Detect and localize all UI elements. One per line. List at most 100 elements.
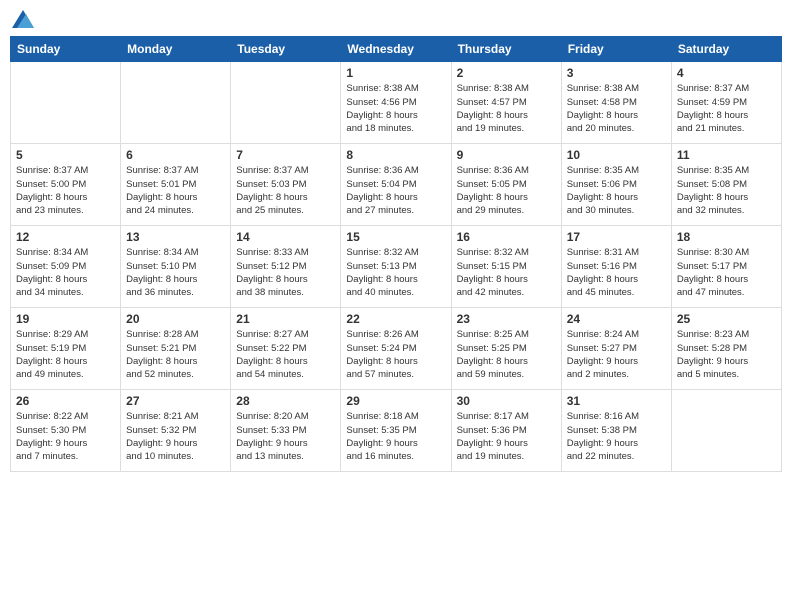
day-info: Sunrise: 8:32 AM Sunset: 5:13 PM Dayligh… xyxy=(346,246,445,299)
day-info: Sunrise: 8:29 AM Sunset: 5:19 PM Dayligh… xyxy=(16,328,115,381)
day-cell-28: 28Sunrise: 8:20 AM Sunset: 5:33 PM Dayli… xyxy=(231,390,341,472)
day-cell-17: 17Sunrise: 8:31 AM Sunset: 5:16 PM Dayli… xyxy=(561,226,671,308)
day-info: Sunrise: 8:33 AM Sunset: 5:12 PM Dayligh… xyxy=(236,246,335,299)
day-info: Sunrise: 8:27 AM Sunset: 5:22 PM Dayligh… xyxy=(236,328,335,381)
day-cell-4: 4Sunrise: 8:37 AM Sunset: 4:59 PM Daylig… xyxy=(671,62,781,144)
day-number: 15 xyxy=(346,230,445,244)
day-info: Sunrise: 8:16 AM Sunset: 5:38 PM Dayligh… xyxy=(567,410,666,463)
weekday-header-sunday: Sunday xyxy=(11,37,121,62)
day-cell-6: 6 Sunrise: 8:37 AM Sunset: 5:01 PM Daylig… xyxy=(121,144,231,226)
day-info: Sunrise: 8:34 AM Sunset: 5:09 PM Dayligh… xyxy=(16,246,115,299)
week-row-5: 26 Sunrise: 8:22 AM Sunset: 5:30 PM Dayli… xyxy=(11,390,782,472)
day-info: Sunrise: 8:37 AM Sunset: 5:03 PM Dayligh… xyxy=(236,164,335,217)
day-info: Sunrise: 8:38 AM Sunset: 4:56 PM Dayligh… xyxy=(346,82,445,135)
day-number: 16 xyxy=(457,230,556,244)
day-info: Sunrise: 8:18 AM Sunset: 5:35 PM Dayligh… xyxy=(346,410,445,463)
day-number: 6 xyxy=(126,148,225,162)
day-cell-18: 18 Sunrise: 8:30 AM Sunset: 5:17 PM Dayli… xyxy=(671,226,781,308)
day-info: Sunrise: 8:21 AM Sunset: 5:32 PM Dayligh… xyxy=(126,410,225,463)
day-info: Sunrise: 8:38 AM Sunset: 4:57 PM Dayligh… xyxy=(457,82,556,135)
day-number: 20 xyxy=(126,312,225,326)
week-row-3: 12 Sunrise: 8:34 AM Sunset: 5:09 PM Dayli… xyxy=(11,226,782,308)
empty-cell xyxy=(671,390,781,472)
day-number: 9 xyxy=(457,148,556,162)
day-cell-29: 29 Sunrise: 8:18 AM Sunset: 5:35 PM Dayli… xyxy=(341,390,451,472)
day-info: Sunrise: 8:28 AM Sunset: 5:21 PM Dayligh… xyxy=(126,328,225,381)
day-number: 5 xyxy=(16,148,115,162)
day-number: 27 xyxy=(126,394,225,408)
day-number: 26 xyxy=(16,394,115,408)
day-info: Sunrise: 8:37 AM Sunset: 5:01 PM Dayligh… xyxy=(126,164,225,217)
week-row-2: 5 Sunrise: 8:37 AM Sunset: 5:00 PM Daylig… xyxy=(11,144,782,226)
day-info: Sunrise: 8:30 AM Sunset: 5:17 PM Dayligh… xyxy=(677,246,776,299)
day-cell-23: 23 Sunrise: 8:25 AM Sunset: 5:25 PM Dayli… xyxy=(451,308,561,390)
day-cell-2: 2 Sunrise: 8:38 AM Sunset: 4:57 PM Daylig… xyxy=(451,62,561,144)
day-cell-31: 31 Sunrise: 8:16 AM Sunset: 5:38 PM Dayli… xyxy=(561,390,671,472)
header xyxy=(10,10,782,28)
day-info: Sunrise: 8:34 AM Sunset: 5:10 PM Dayligh… xyxy=(126,246,225,299)
day-cell-1: 1 Sunrise: 8:38 AM Sunset: 4:56 PM Daylig… xyxy=(341,62,451,144)
day-cell-22: 22Sunrise: 8:26 AM Sunset: 5:24 PM Dayli… xyxy=(341,308,451,390)
day-info: Sunrise: 8:24 AM Sunset: 5:27 PM Dayligh… xyxy=(567,328,666,381)
day-info: Sunrise: 8:23 AM Sunset: 5:28 PM Dayligh… xyxy=(677,328,776,381)
day-cell-15: 15 Sunrise: 8:32 AM Sunset: 5:13 PM Dayli… xyxy=(341,226,451,308)
page: SundayMondayTuesdayWednesdayThursdayFrid… xyxy=(0,0,792,612)
weekday-header-row: SundayMondayTuesdayWednesdayThursdayFrid… xyxy=(11,37,782,62)
day-number: 2 xyxy=(457,66,556,80)
day-info: Sunrise: 8:36 AM Sunset: 5:05 PM Dayligh… xyxy=(457,164,556,217)
logo xyxy=(10,10,34,28)
day-info: Sunrise: 8:35 AM Sunset: 5:08 PM Dayligh… xyxy=(677,164,776,217)
day-number: 1 xyxy=(346,66,445,80)
day-cell-9: 9 Sunrise: 8:36 AM Sunset: 5:05 PM Daylig… xyxy=(451,144,561,226)
day-number: 19 xyxy=(16,312,115,326)
day-number: 10 xyxy=(567,148,666,162)
weekday-header-thursday: Thursday xyxy=(451,37,561,62)
day-number: 3 xyxy=(567,66,666,80)
day-cell-11: 11 Sunrise: 8:35 AM Sunset: 5:08 PM Dayli… xyxy=(671,144,781,226)
day-cell-21: 21Sunrise: 8:27 AM Sunset: 5:22 PM Dayli… xyxy=(231,308,341,390)
day-number: 11 xyxy=(677,148,776,162)
day-info: Sunrise: 8:36 AM Sunset: 5:04 PM Dayligh… xyxy=(346,164,445,217)
day-info: Sunrise: 8:37 AM Sunset: 4:59 PM Dayligh… xyxy=(677,82,776,135)
day-cell-24: 24 Sunrise: 8:24 AM Sunset: 5:27 PM Dayli… xyxy=(561,308,671,390)
weekday-header-monday: Monday xyxy=(121,37,231,62)
calendar: SundayMondayTuesdayWednesdayThursdayFrid… xyxy=(10,36,782,472)
day-cell-13: 13Sunrise: 8:34 AM Sunset: 5:10 PM Dayli… xyxy=(121,226,231,308)
day-cell-3: 3 Sunrise: 8:38 AM Sunset: 4:58 PM Daylig… xyxy=(561,62,671,144)
day-number: 7 xyxy=(236,148,335,162)
day-number: 23 xyxy=(457,312,556,326)
day-cell-14: 14 Sunrise: 8:33 AM Sunset: 5:12 PM Dayli… xyxy=(231,226,341,308)
day-cell-19: 19 Sunrise: 8:29 AM Sunset: 5:19 PM Dayli… xyxy=(11,308,121,390)
empty-cell xyxy=(121,62,231,144)
day-info: Sunrise: 8:25 AM Sunset: 5:25 PM Dayligh… xyxy=(457,328,556,381)
day-number: 29 xyxy=(346,394,445,408)
day-cell-12: 12 Sunrise: 8:34 AM Sunset: 5:09 PM Dayli… xyxy=(11,226,121,308)
day-info: Sunrise: 8:20 AM Sunset: 5:33 PM Dayligh… xyxy=(236,410,335,463)
day-cell-25: 25Sunrise: 8:23 AM Sunset: 5:28 PM Dayli… xyxy=(671,308,781,390)
day-number: 31 xyxy=(567,394,666,408)
weekday-header-saturday: Saturday xyxy=(671,37,781,62)
day-cell-5: 5 Sunrise: 8:37 AM Sunset: 5:00 PM Daylig… xyxy=(11,144,121,226)
week-row-4: 19 Sunrise: 8:29 AM Sunset: 5:19 PM Dayli… xyxy=(11,308,782,390)
day-number: 14 xyxy=(236,230,335,244)
day-info: Sunrise: 8:17 AM Sunset: 5:36 PM Dayligh… xyxy=(457,410,556,463)
day-cell-10: 10Sunrise: 8:35 AM Sunset: 5:06 PM Dayli… xyxy=(561,144,671,226)
day-cell-20: 20 Sunrise: 8:28 AM Sunset: 5:21 PM Dayli… xyxy=(121,308,231,390)
day-cell-30: 30 Sunrise: 8:17 AM Sunset: 5:36 PM Dayli… xyxy=(451,390,561,472)
day-number: 18 xyxy=(677,230,776,244)
day-info: Sunrise: 8:38 AM Sunset: 4:58 PM Dayligh… xyxy=(567,82,666,135)
day-number: 8 xyxy=(346,148,445,162)
day-number: 12 xyxy=(16,230,115,244)
empty-cell xyxy=(11,62,121,144)
week-row-1: 1 Sunrise: 8:38 AM Sunset: 4:56 PM Daylig… xyxy=(11,62,782,144)
logo-icon xyxy=(12,10,34,28)
day-number: 22 xyxy=(346,312,445,326)
day-info: Sunrise: 8:37 AM Sunset: 5:00 PM Dayligh… xyxy=(16,164,115,217)
weekday-header-tuesday: Tuesday xyxy=(231,37,341,62)
day-info: Sunrise: 8:32 AM Sunset: 5:15 PM Dayligh… xyxy=(457,246,556,299)
day-info: Sunrise: 8:22 AM Sunset: 5:30 PM Dayligh… xyxy=(16,410,115,463)
day-cell-8: 8 Sunrise: 8:36 AM Sunset: 5:04 PM Daylig… xyxy=(341,144,451,226)
day-number: 24 xyxy=(567,312,666,326)
day-info: Sunrise: 8:31 AM Sunset: 5:16 PM Dayligh… xyxy=(567,246,666,299)
day-number: 30 xyxy=(457,394,556,408)
